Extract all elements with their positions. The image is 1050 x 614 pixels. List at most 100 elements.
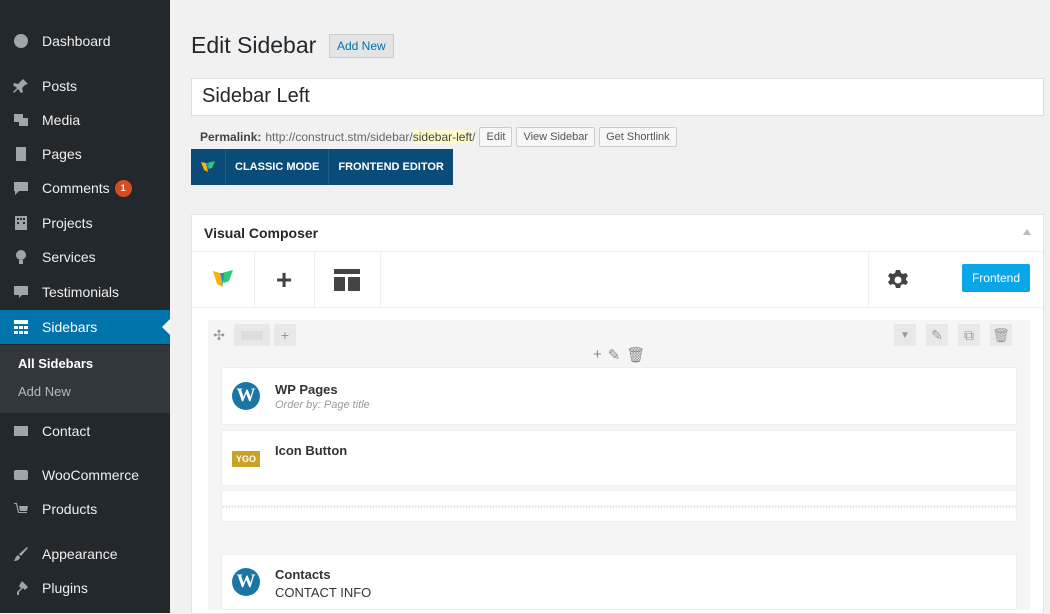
add-plus-icon[interactable]: + bbox=[593, 346, 602, 364]
vc-panel-title: Visual Composer bbox=[204, 225, 319, 241]
sidebar-grid-icon bbox=[13, 319, 29, 335]
get-shortlink-button[interactable]: Get Shortlink bbox=[599, 127, 677, 147]
sidebar-item-services[interactable]: Services bbox=[0, 240, 170, 274]
sidebar-item-label: Posts bbox=[42, 78, 78, 94]
frontend-button[interactable]: Frontend bbox=[961, 264, 1030, 292]
sidebar-item-contact[interactable]: Contact bbox=[0, 414, 170, 448]
toggle-row-icon[interactable]: ▼ bbox=[894, 324, 916, 346]
media-icon bbox=[13, 112, 29, 128]
submenu-all-sidebars[interactable]: All Sidebars bbox=[18, 356, 93, 371]
permalink-label: Permalink: bbox=[200, 130, 262, 144]
wordpress-logo-icon: W bbox=[232, 568, 260, 596]
view-sidebar-button[interactable]: View Sidebar bbox=[516, 127, 596, 147]
comment-icon bbox=[13, 180, 29, 196]
sidebar-item-comments[interactable]: Comments 1 bbox=[0, 171, 170, 205]
sidebar-item-label: Sidebars bbox=[42, 319, 98, 335]
vc-logo-icon bbox=[191, 149, 226, 185]
column-controls: + ✎ 🗑 bbox=[593, 346, 645, 364]
building-icon bbox=[13, 215, 29, 231]
vc-logo-button[interactable] bbox=[192, 252, 255, 307]
wordpress-logo-icon: W bbox=[232, 382, 260, 410]
settings-button[interactable] bbox=[868, 252, 927, 307]
sidebars-submenu: All Sidebars Add New bbox=[0, 345, 170, 413]
element-title: Icon Button bbox=[275, 443, 348, 458]
permalink-trail: / bbox=[472, 130, 476, 144]
post-title-input[interactable]: Sidebar Left bbox=[191, 78, 1044, 116]
edit-row-pencil-icon[interactable]: ✎ bbox=[926, 324, 948, 346]
move-row-icon[interactable]: ✣ bbox=[208, 324, 230, 346]
sidebar-item-projects[interactable]: Projects bbox=[0, 206, 170, 240]
sidebar-item-pages[interactable]: Pages bbox=[0, 137, 170, 171]
admin-sidebar: Dashboard Posts Media Pages Comments 1 P… bbox=[0, 0, 170, 613]
sidebar-item-label: Dashboard bbox=[42, 33, 111, 49]
edit-permalink-button[interactable]: Edit bbox=[479, 127, 513, 147]
element-subtitle: CONTACT INFO bbox=[275, 585, 372, 600]
sidebar-item-posts[interactable]: Posts bbox=[0, 69, 170, 103]
element-title: WP Pages bbox=[275, 382, 338, 397]
element-icon-button[interactable]: YGO Icon Button bbox=[221, 430, 1017, 486]
add-column-button[interactable]: + bbox=[274, 324, 296, 346]
visual-composer-panel: Visual Composer + Frontend ✣ + ▼ ✎ ⧉ 🗑 +… bbox=[191, 214, 1044, 614]
divider bbox=[222, 505, 1016, 509]
sidebar-item-media[interactable]: Media bbox=[0, 103, 170, 137]
sidebar-item-label: Contact bbox=[42, 423, 91, 439]
sidebar-item-label: Services bbox=[42, 249, 96, 265]
add-element-button[interactable]: + bbox=[254, 252, 315, 307]
sidebar-item-woocommerce[interactable]: WooCommerce bbox=[0, 458, 170, 492]
vc-row: ✣ + ▼ ✎ ⧉ 🗑 + ✎ 🗑 W WP Pages Order by: P… bbox=[208, 320, 1030, 610]
plus-icon: + bbox=[275, 263, 293, 295]
sidebar-item-label: Pages bbox=[42, 146, 82, 162]
sidebar-item-label: Comments bbox=[42, 180, 110, 196]
editor-mode-bar: CLASSIC MODE FRONTEND EDITOR bbox=[191, 149, 453, 185]
woo-icon bbox=[13, 467, 29, 483]
gear-icon bbox=[888, 269, 908, 288]
plugin-icon bbox=[13, 580, 29, 596]
vc-toolbar: + Frontend bbox=[192, 252, 1043, 308]
page-title: Edit Sidebar bbox=[191, 32, 317, 58]
sidebar-item-appearance[interactable]: Appearance bbox=[0, 537, 170, 571]
trash-icon[interactable]: 🗑 bbox=[626, 346, 645, 364]
frontend-editor-button[interactable]: FRONTEND EDITOR bbox=[329, 149, 453, 185]
empty-element[interactable] bbox=[221, 490, 1017, 522]
pages-icon bbox=[13, 146, 29, 162]
sidebar-item-label: Media bbox=[42, 112, 81, 128]
element-subtitle: Order by: Page title bbox=[275, 399, 370, 411]
mail-icon bbox=[13, 423, 29, 439]
cart-icon bbox=[13, 501, 29, 517]
row-layout-button[interactable] bbox=[234, 324, 270, 346]
collapse-arrow-icon[interactable] bbox=[1023, 229, 1031, 235]
brush-icon bbox=[13, 546, 29, 562]
sidebar-item-label: Projects bbox=[42, 215, 93, 231]
vc-panel-header[interactable]: Visual Composer bbox=[192, 215, 1043, 252]
sidebar-item-testimonials[interactable]: Testimonials bbox=[0, 275, 170, 309]
testimonial-icon bbox=[13, 284, 29, 300]
sidebar-item-label: Testimonials bbox=[42, 284, 120, 300]
icon-button-logo-icon: YGO bbox=[232, 451, 260, 467]
sidebar-item-label: Plugins bbox=[42, 580, 88, 596]
sidebar-item-sidebars[interactable]: Sidebars bbox=[0, 310, 170, 344]
edit-pencil-icon[interactable]: ✎ bbox=[608, 346, 621, 364]
sidebar-item-label: WooCommerce bbox=[42, 467, 139, 483]
element-title: Contacts bbox=[275, 567, 331, 582]
element-wp-pages[interactable]: W WP Pages Order by: Page title bbox=[221, 367, 1017, 425]
submenu-add-new[interactable]: Add New bbox=[18, 384, 71, 399]
lightbulb-icon bbox=[13, 249, 29, 265]
sidebar-item-label: Appearance bbox=[42, 546, 118, 562]
sidebar-item-products[interactable]: Products bbox=[0, 492, 170, 526]
element-contacts[interactable]: W Contacts CONTACT INFO bbox=[221, 554, 1017, 610]
delete-row-icon[interactable]: 🗑 bbox=[990, 324, 1012, 346]
sidebar-item-plugins[interactable]: Plugins bbox=[0, 571, 170, 605]
classic-mode-button[interactable]: CLASSIC MODE bbox=[226, 149, 330, 185]
templates-button[interactable] bbox=[314, 252, 381, 307]
sidebar-item-label: Products bbox=[42, 501, 98, 517]
permalink-slug[interactable]: sidebar-left bbox=[412, 130, 473, 144]
permalink-base[interactable]: http://construct.stm/sidebar/ bbox=[265, 130, 412, 144]
dashboard-icon bbox=[13, 33, 29, 49]
pin-icon bbox=[13, 78, 29, 94]
layout-icon bbox=[334, 268, 360, 291]
comments-count-badge: 1 bbox=[114, 179, 132, 197]
add-new-button[interactable]: Add New bbox=[329, 34, 394, 58]
sidebar-item-dashboard[interactable]: Dashboard bbox=[0, 24, 170, 58]
clone-row-icon[interactable]: ⧉ bbox=[958, 324, 980, 346]
permalink-row: Permalink: http://construct.stm/sidebar/… bbox=[200, 127, 677, 147]
